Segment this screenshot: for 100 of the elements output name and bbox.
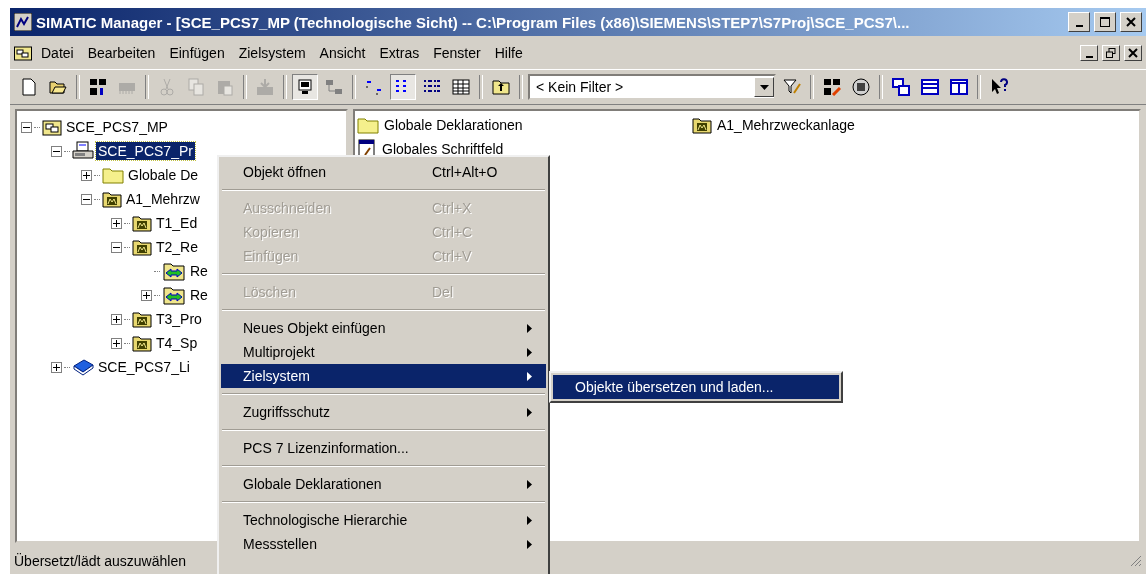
app-icon (14, 13, 32, 31)
tile-horizontal-icon (921, 78, 939, 96)
download-icon (256, 78, 274, 96)
chart-folder-icon (692, 116, 712, 134)
submenu-arrow-icon (527, 347, 532, 357)
network-nodes-icon (89, 78, 107, 96)
menu-item[interactable]: Extras (374, 43, 425, 63)
resize-grip-icon (1130, 554, 1142, 567)
chart-folder-icon (102, 190, 122, 208)
menu-item[interactable]: Messstellen (221, 532, 546, 556)
tree-item[interactable]: Re (188, 286, 210, 304)
folder-icon (357, 116, 379, 134)
list-item[interactable]: Globales Schriftfeld (380, 140, 506, 158)
menu-item[interactable]: Zugriffsschutz (221, 400, 546, 424)
menu-item[interactable]: Hilfe (489, 43, 528, 63)
expand-icon[interactable] (111, 337, 122, 349)
menu-item[interactable]: Fenster (428, 43, 486, 63)
up-folder-icon (492, 78, 510, 96)
collapse-icon[interactable] (111, 241, 122, 253)
close-icon (1128, 48, 1138, 58)
expand-icon[interactable] (111, 217, 122, 229)
maximize-button[interactable] (1094, 12, 1116, 32)
restore-icon (1106, 48, 1116, 58)
expand-icon[interactable] (141, 289, 152, 301)
monitor-icon (296, 78, 314, 96)
tree-item[interactable]: Re (188, 262, 210, 280)
help-pointer-icon (990, 78, 1008, 96)
book-icon (72, 358, 94, 376)
collapse-icon[interactable] (51, 145, 62, 157)
submenu-arrow-icon (527, 479, 532, 489)
menu-item[interactable]: Zielsystem (233, 43, 311, 63)
menu-item[interactable]: Globale Deklarationen (221, 472, 546, 496)
toolbar-button[interactable] (292, 74, 318, 100)
network-config-icon (823, 78, 841, 96)
restore-button[interactable] (1102, 45, 1120, 61)
expand-icon[interactable] (51, 361, 62, 373)
collapse-icon[interactable] (21, 121, 32, 133)
new-file-icon (20, 78, 38, 96)
toolbar-button[interactable] (390, 74, 416, 100)
menu-item[interactable]: Objekt öffnen Ctrl+Alt+O (221, 160, 546, 184)
submenu-arrow-icon (527, 323, 532, 333)
chart-folder-icon (132, 334, 152, 352)
close-icon (1126, 17, 1136, 27)
copy-icon (187, 78, 205, 96)
maximize-icon (1100, 17, 1110, 27)
tree-item[interactable]: Globale De (126, 166, 201, 184)
minimize-button[interactable] (1080, 45, 1098, 61)
tree-item[interactable]: T1_Ed (154, 214, 200, 232)
menu-item[interactable]: Datei (36, 43, 79, 63)
minimize-button[interactable] (1068, 12, 1090, 32)
scissors-icon (158, 78, 176, 96)
menu-item[interactable]: Neues Objekt einfügen (221, 316, 546, 340)
tree-item[interactable]: SCE_PCS7_MP (64, 118, 170, 136)
tree-item[interactable]: SCE_PCS7_Li (96, 358, 192, 376)
menu-item[interactable]: Bearbeiten (82, 43, 161, 63)
filter-dropdown[interactable]: < Kein Filter > (528, 74, 776, 100)
tree-item[interactable]: SCE_PCS7_Pr (96, 142, 195, 160)
expand-icon[interactable] (81, 169, 92, 181)
large-icons-icon (365, 78, 383, 96)
menu-item[interactable]: Ansicht (314, 43, 371, 63)
expand-icon[interactable] (111, 313, 122, 325)
menu-item[interactable]: PCS 7 Lizenzinformation... (221, 436, 546, 460)
arrow-folder-icon (162, 261, 186, 281)
details-icon (452, 78, 470, 96)
project-stack-icon (42, 118, 62, 136)
simulation-icon (852, 78, 870, 96)
tree-item[interactable]: T3_Pro (154, 310, 204, 328)
menu-item[interactable]: Einfügen (164, 43, 230, 63)
printer-icon (72, 141, 94, 161)
menu-item[interactable]: Technologische Hierarchie (221, 508, 546, 532)
close-button[interactable] (1124, 45, 1142, 61)
filter-icon (783, 78, 801, 96)
paste-icon (216, 78, 234, 96)
submenu-arrow-icon (527, 371, 532, 381)
submenu-arrow-icon (527, 407, 532, 417)
status-text: Übersetzt/lädt auszuwählen (14, 552, 186, 569)
tree-item[interactable]: T2_Re (154, 238, 201, 256)
window-title: SIMATIC Manager - [SCE_PCS7_MP (Technologische Sicht) -- C:\Program Files (x86)\SIEMENS\STEP7\S7Proj\SCE_PCS7\... (36, 13, 911, 31)
list-item[interactable]: A1_Mehrzweckanlage (715, 116, 857, 134)
tree-item[interactable]: A1_Mehrzw (124, 190, 202, 208)
network-icon (325, 78, 343, 96)
chart-folder-icon (132, 214, 152, 232)
list-item[interactable]: Globale Deklarationen (382, 116, 525, 134)
folder-icon (102, 166, 124, 184)
dropdown-arrow-icon (759, 84, 769, 90)
submenu-arrow-icon (527, 515, 532, 525)
submenu-arrow-icon (527, 539, 532, 549)
minimize-icon (1075, 24, 1083, 27)
tile-vertical-icon (950, 78, 968, 96)
collapse-icon[interactable] (81, 193, 92, 205)
menu-item[interactable]: Zielsystem (221, 364, 546, 388)
cascade-windows-icon (892, 78, 910, 96)
menu-item[interactable]: Multiprojekt (221, 340, 546, 364)
minimize-icon (1085, 55, 1093, 58)
menu-item[interactable]: Objekte übersetzen und laden... (553, 375, 839, 399)
arrow-folder-icon (162, 285, 186, 305)
close-button[interactable] (1120, 12, 1142, 32)
tree-item[interactable]: T4_Sp (154, 334, 200, 352)
open-folder-icon (49, 78, 67, 96)
chart-folder-icon (132, 238, 152, 256)
